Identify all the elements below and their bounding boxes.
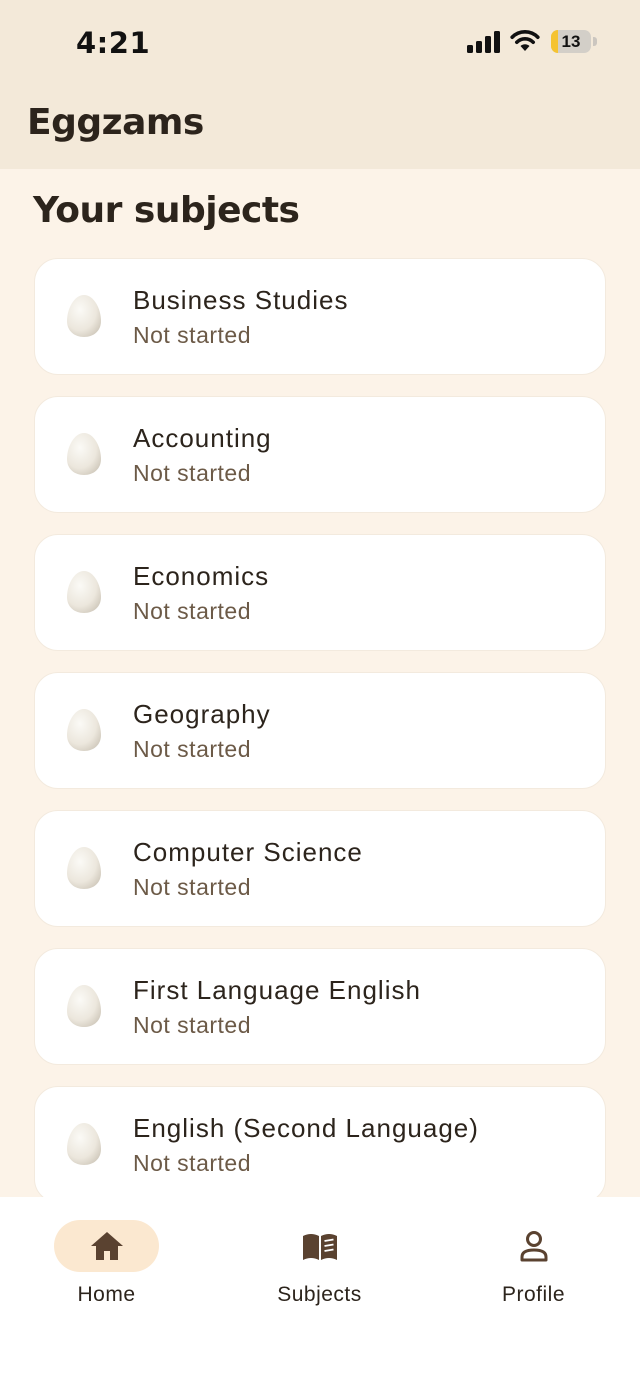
egg-icon xyxy=(67,433,101,475)
subject-card[interactable]: Computer Science Not started xyxy=(34,810,606,927)
battery-cap xyxy=(593,37,597,46)
top-area: 4:21 13 Eggzams xyxy=(0,0,640,169)
nav-label-subjects: Subjects xyxy=(277,1283,362,1306)
subject-status: Not started xyxy=(133,460,251,486)
subject-list: Business Studies Not started Accounting … xyxy=(34,258,606,1224)
subject-status: Not started xyxy=(133,1150,251,1176)
egg-icon xyxy=(67,1123,101,1165)
nav-item-home[interactable]: Home xyxy=(0,1197,213,1327)
wifi-icon xyxy=(510,30,540,51)
section-title: Your subjects xyxy=(33,190,300,231)
app-title: Eggzams xyxy=(27,102,204,143)
subject-card[interactable]: Geography Not started xyxy=(34,672,606,789)
subject-card[interactable]: Accounting Not started xyxy=(34,396,606,513)
subject-name: Business Studies xyxy=(133,285,349,315)
subject-name: Accounting xyxy=(133,423,272,453)
subject-name: Computer Science xyxy=(133,837,363,867)
egg-icon xyxy=(67,709,101,751)
bottom-nav: Home Subjects Profile xyxy=(0,1197,640,1385)
subject-status: Not started xyxy=(133,874,251,900)
egg-icon xyxy=(67,985,101,1027)
book-icon xyxy=(303,1234,337,1260)
egg-icon xyxy=(67,295,101,337)
home-icon xyxy=(91,1232,123,1260)
subject-status: Not started xyxy=(133,736,251,762)
subject-name: English (Second Language) xyxy=(133,1113,479,1143)
subject-status: Not started xyxy=(133,322,251,348)
battery-icon: 13 xyxy=(551,30,591,53)
battery-level-text: 13 xyxy=(561,32,581,51)
status-time: 4:21 xyxy=(76,26,151,60)
subject-card[interactable]: English (Second Language) Not started xyxy=(34,1086,606,1203)
nav-item-subjects[interactable]: Subjects xyxy=(213,1197,426,1327)
subject-name: First Language English xyxy=(133,975,421,1005)
cellular-signal-icon xyxy=(467,31,500,53)
subject-name: Geography xyxy=(133,699,271,729)
subject-card[interactable]: First Language English Not started xyxy=(34,948,606,1065)
nav-label-profile: Profile xyxy=(501,1283,566,1306)
status-bar: 4:21 13 xyxy=(0,0,640,86)
egg-icon xyxy=(67,571,101,613)
egg-icon xyxy=(67,847,101,889)
profile-icon xyxy=(520,1231,548,1262)
subject-status: Not started xyxy=(133,1012,251,1038)
subject-status: Not started xyxy=(133,598,251,624)
nav-item-profile[interactable]: Profile xyxy=(427,1197,640,1327)
nav-label-home: Home xyxy=(77,1283,136,1306)
subject-name: Economics xyxy=(133,561,270,591)
subject-card[interactable]: Business Studies Not started xyxy=(34,258,606,375)
subject-card[interactable]: Economics Not started xyxy=(34,534,606,651)
